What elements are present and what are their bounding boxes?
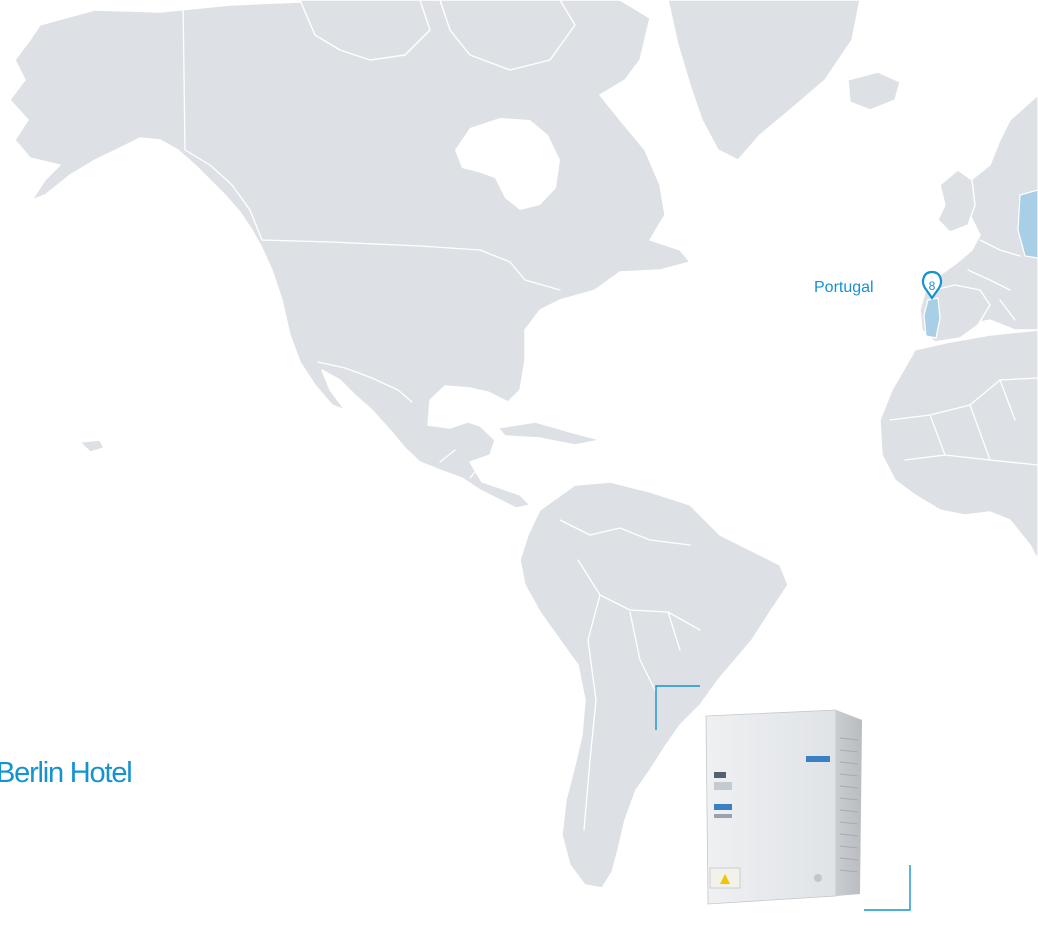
cuba (497, 421, 601, 446)
marker-number: 8 (929, 279, 936, 293)
country-label: Portugal (814, 279, 874, 296)
world-map: 8 (9, 0, 1038, 911)
project-title: Berlin Hotel (0, 757, 133, 789)
africa (879, 329, 1038, 561)
north-america (9, 0, 691, 509)
uk (937, 169, 976, 233)
outdoor-ac-unit-image (705, 709, 862, 905)
callout-bracket-bottom (864, 865, 911, 911)
portugal-highlight (923, 297, 941, 339)
hawaii (79, 439, 105, 453)
greenland (667, 0, 861, 161)
iceland (847, 71, 901, 111)
